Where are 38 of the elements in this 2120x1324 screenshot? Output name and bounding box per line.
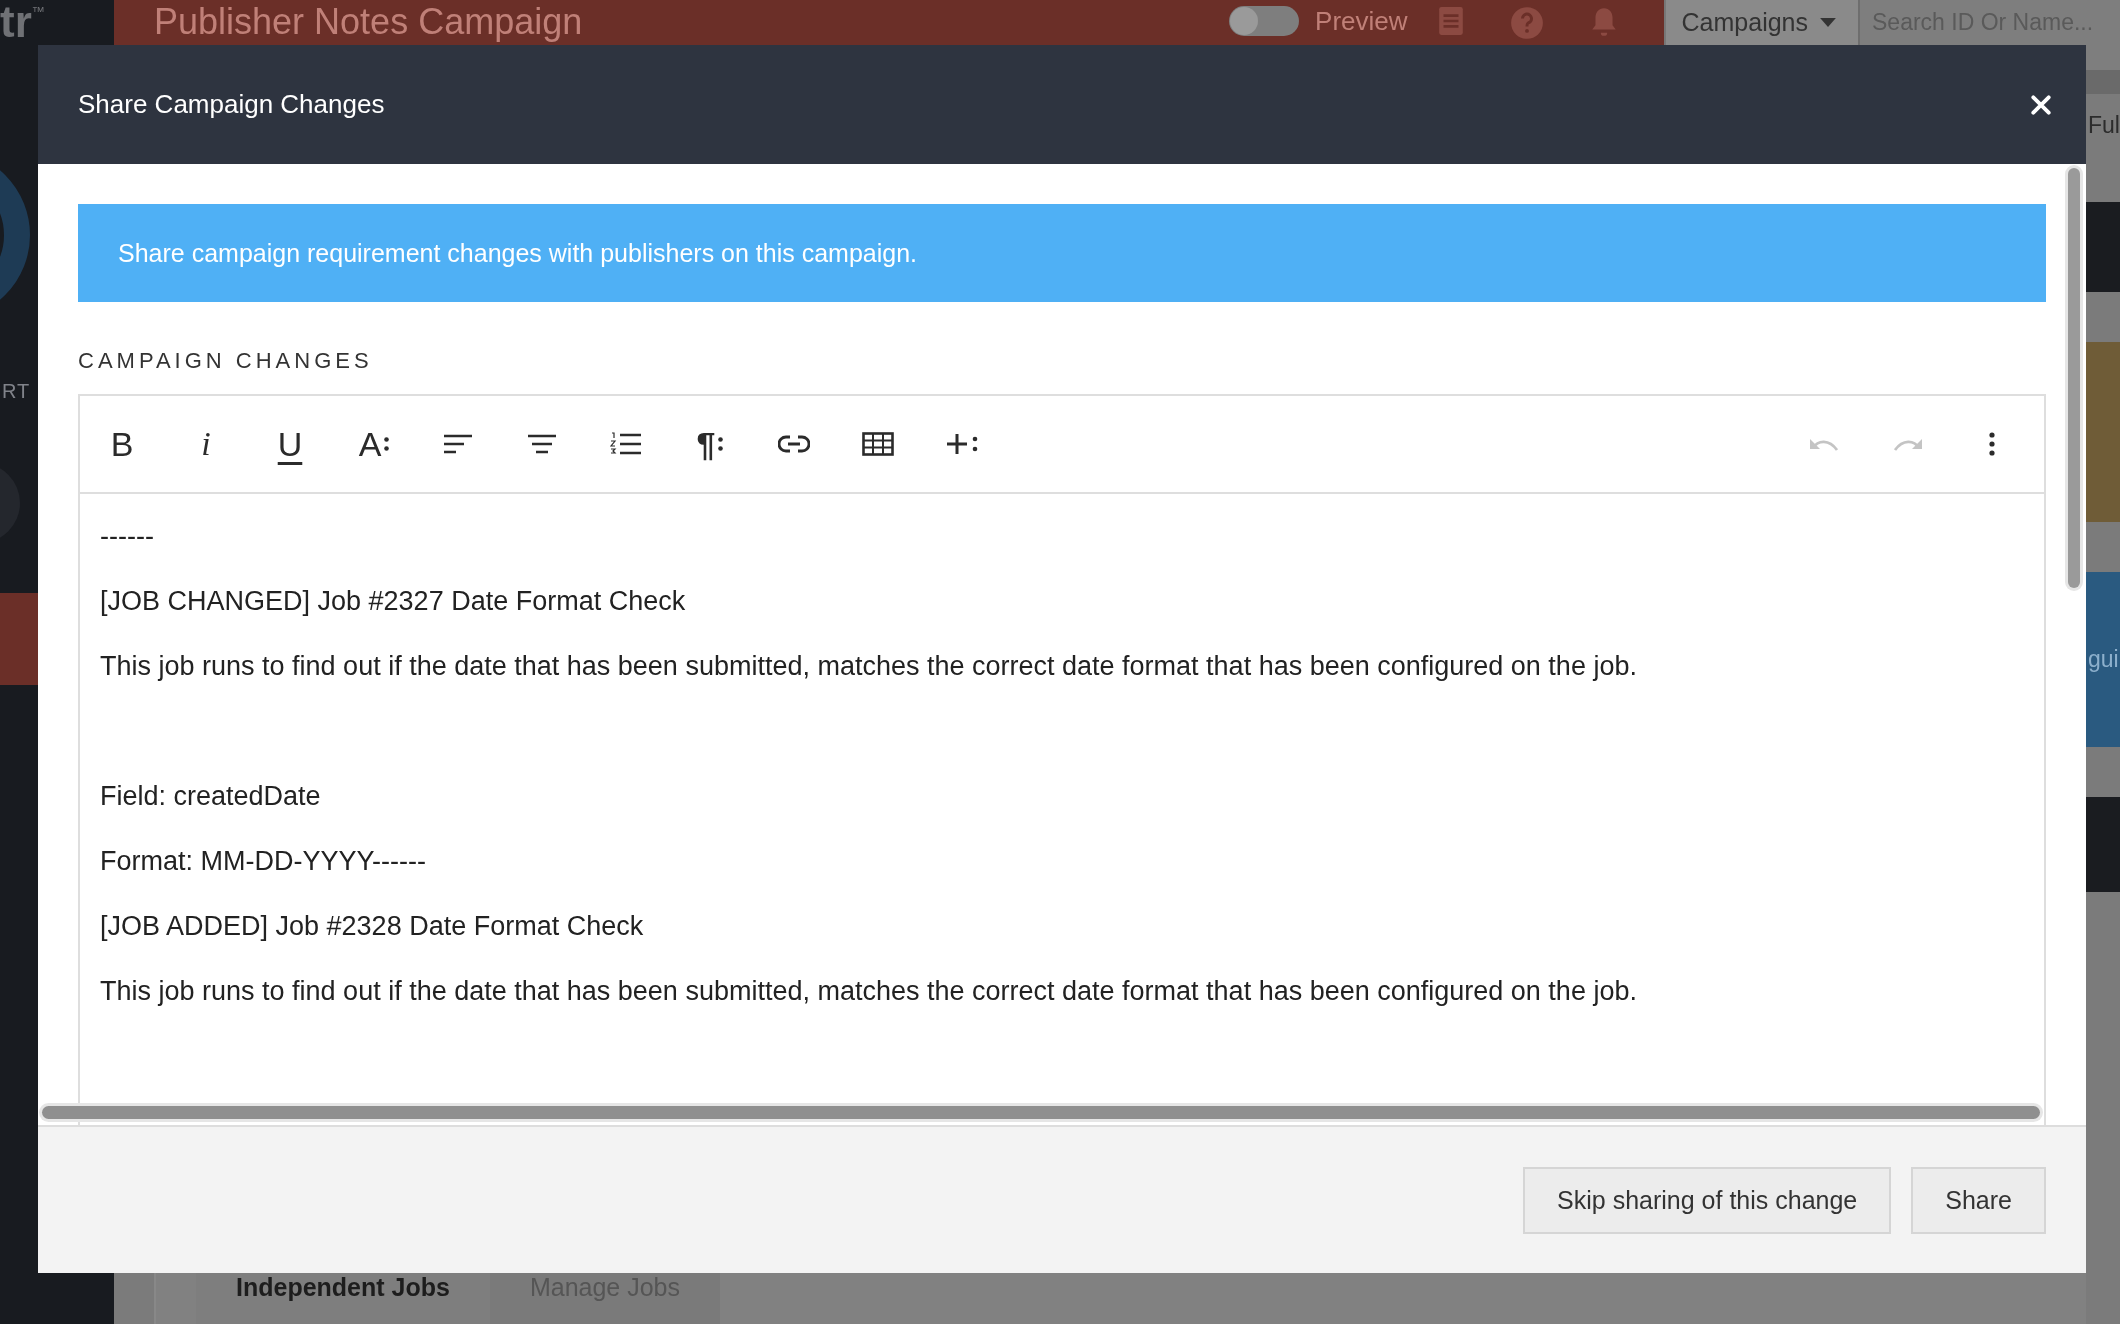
editor-paragraph: This job runs to find out if the date that has been submitted, matches the correct date format that has been configured on the job. — [100, 975, 1638, 1008]
editor-paragraph: This job runs to find out if the date that has been submitted, matches the correct date format that has been configured on the job. — [100, 650, 1638, 683]
horizontal-scrollbar[interactable] — [42, 1106, 2040, 1119]
editor-paragraph: Field: createdDate — [100, 780, 322, 813]
logo-text: tr — [0, 0, 32, 44]
more-icon — [1989, 432, 1995, 456]
numbered-list-icon — [610, 432, 642, 456]
align-center-icon — [527, 434, 557, 454]
vertical-scrollbar[interactable] — [2068, 168, 2080, 588]
page-title: Publisher Notes Campaign — [154, 0, 583, 44]
preview-label: Preview — [1315, 6, 1408, 36]
align-left-icon — [443, 434, 473, 454]
table-icon — [862, 432, 894, 456]
editor-paragraph: [JOB CHANGED] Job #2327 Date Format Check — [100, 585, 687, 618]
preview-toggle[interactable] — [1229, 6, 1300, 36]
dots-icon — [384, 436, 390, 452]
skip-button[interactable]: Skip sharing of this change — [1523, 1166, 1892, 1234]
underline-button[interactable]: U — [248, 414, 332, 474]
editor-paragraph: ------ — [100, 520, 155, 553]
caret-icon — [1820, 17, 1836, 27]
font-size-button[interactable]: A — [332, 414, 416, 474]
plus-icon — [945, 432, 979, 456]
paragraph-button[interactable]: ¶ — [668, 414, 752, 474]
dialog-title: Share Campaign Changes — [78, 89, 385, 120]
banner-text: Share campaign requirement changes with publishers on this campaign. — [118, 238, 918, 268]
sidebar-label: RT — [2, 380, 32, 403]
share-button[interactable]: Share — [1911, 1166, 2046, 1234]
trademark-mark: ™ — [31, 4, 45, 19]
undo-icon — [1809, 436, 1839, 452]
editor-paragraph: Format: MM-DD-YYYY------ — [100, 845, 427, 878]
panel-heading: Ful — [2087, 111, 2120, 140]
italic-button[interactable]: i — [164, 414, 248, 474]
link-icon — [778, 435, 810, 453]
dots-icon — [718, 436, 724, 452]
close-icon[interactable] — [2030, 93, 2052, 116]
editor-paragraph: [JOB ADDED] Job #2328 Date Format Check — [100, 910, 645, 943]
section-label: CAMPAIGN CHANGES — [78, 348, 374, 374]
bold-button[interactable]: B — [80, 414, 164, 474]
